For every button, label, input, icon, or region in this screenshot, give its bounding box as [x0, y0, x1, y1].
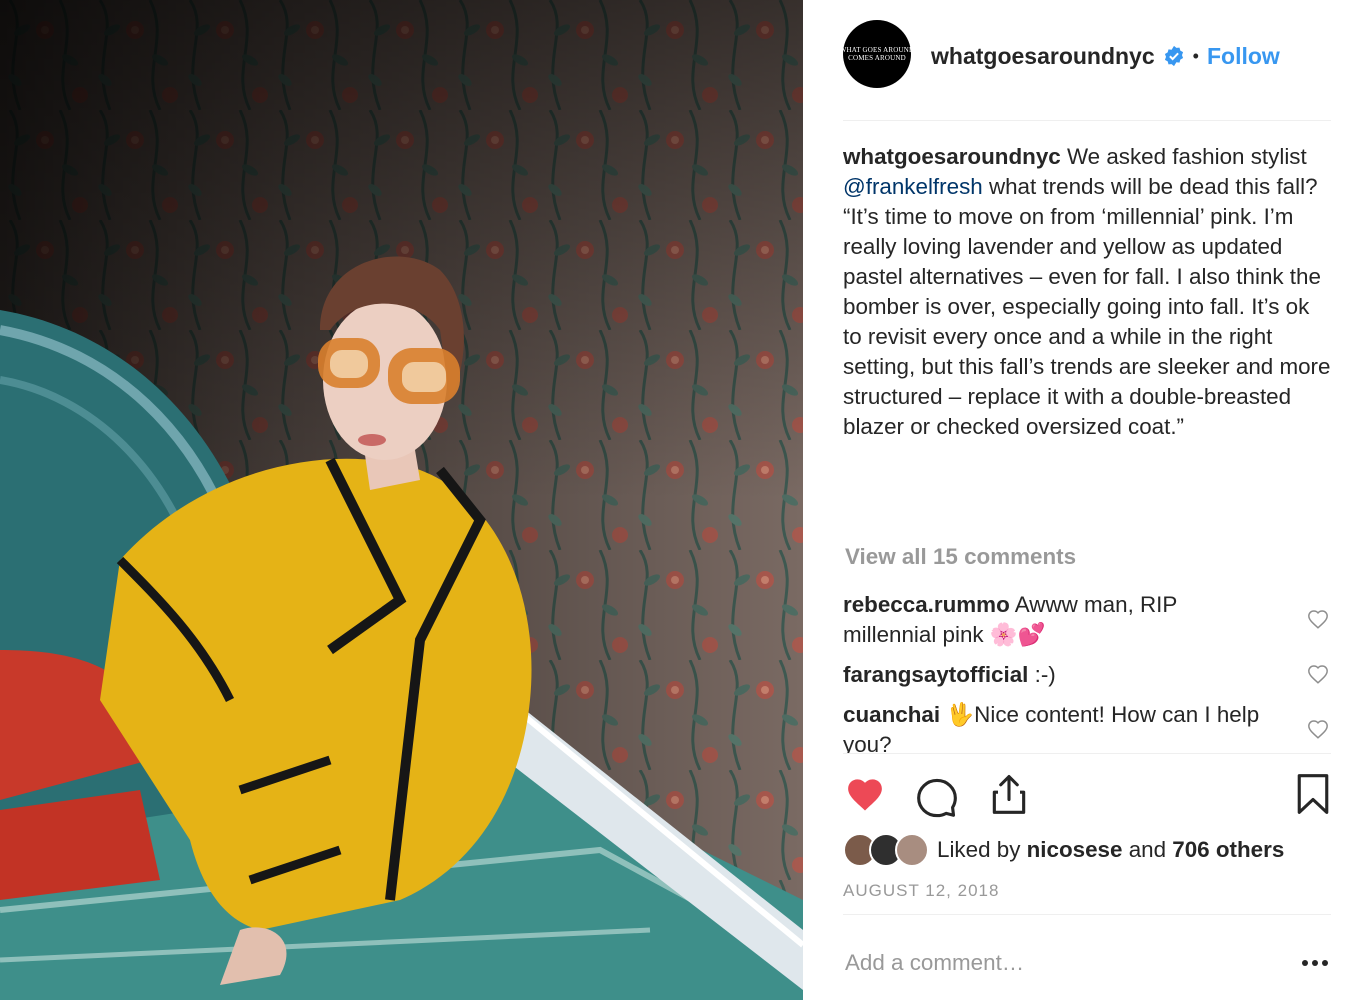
more-options-icon[interactable] [1297, 945, 1333, 975]
comments-list: rebecca.rummo Awww man, RIP millennial p… [843, 590, 1331, 753]
post-sidebar: WHAT GOES AROUND COMES AROUND whatgoesar… [803, 0, 1366, 1000]
likes-user-link[interactable]: nicosese [1027, 837, 1123, 862]
header-username[interactable]: whatgoesaroundnyc [931, 43, 1155, 70]
comment-item: farangsaytofficial :-) [843, 660, 1263, 690]
follow-button[interactable]: Follow [1207, 43, 1280, 70]
caption-text-part1: We asked fashion stylist [1060, 144, 1313, 169]
likes-others-link[interactable]: 706 others [1172, 837, 1284, 862]
like-heart-icon[interactable] [843, 772, 887, 816]
comment-item: rebecca.rummo Awww man, RIP millennial p… [843, 590, 1263, 650]
avatar-logo-text-line1: WHAT GOES AROUND [839, 46, 915, 54]
bookmark-save-icon[interactable] [1291, 772, 1335, 816]
view-all-comments-link[interactable]: View all 15 comments [845, 544, 1076, 570]
comments-divider [843, 753, 1331, 754]
footer-divider [843, 914, 1331, 915]
caption-mention-link[interactable]: @frankelfresh [843, 174, 983, 199]
share-upload-icon[interactable] [987, 772, 1031, 816]
comment-text: :-) [1028, 662, 1056, 687]
comment-username[interactable]: farangsaytofficial [843, 662, 1028, 687]
caption-username[interactable]: whatgoesaroundnyc [843, 144, 1061, 169]
post-photo[interactable] [0, 0, 803, 1000]
verified-badge-icon [1164, 45, 1183, 67]
comment-username[interactable]: cuanchai [843, 702, 940, 727]
comment-like-heart-icon[interactable] [1307, 664, 1329, 686]
comment-username[interactable]: rebecca.rummo [843, 592, 1010, 617]
likes-and: and [1122, 837, 1173, 862]
header-divider [843, 120, 1331, 121]
post-header: whatgoesaroundnyc • Follow [931, 30, 1280, 82]
liker-avatar[interactable] [895, 833, 929, 867]
caption-text-part2: what trends will be dead this fall? “It’… [843, 174, 1331, 439]
likes-text: Liked by nicosese and 706 others [937, 837, 1284, 863]
likes-prefix: Liked by [937, 837, 1027, 862]
comment-like-heart-icon[interactable] [1307, 719, 1329, 741]
post-caption: whatgoesaroundnyc We asked fashion styli… [843, 142, 1331, 442]
post-date[interactable]: AUGUST 12, 2018 [843, 881, 999, 901]
comment-item: cuanchai 🖖Nice content! How can I help y… [843, 700, 1263, 753]
header-separator: • [1192, 45, 1199, 66]
comment-bubble-icon[interactable] [915, 774, 959, 818]
likes-summary: Liked by nicosese and 706 others [843, 830, 1284, 870]
add-comment-input[interactable] [843, 940, 1287, 986]
profile-avatar[interactable]: WHAT GOES AROUND COMES AROUND [840, 20, 914, 88]
comment-like-heart-icon[interactable] [1307, 609, 1329, 631]
avatar-logo-text-line2: COMES AROUND [848, 54, 906, 62]
